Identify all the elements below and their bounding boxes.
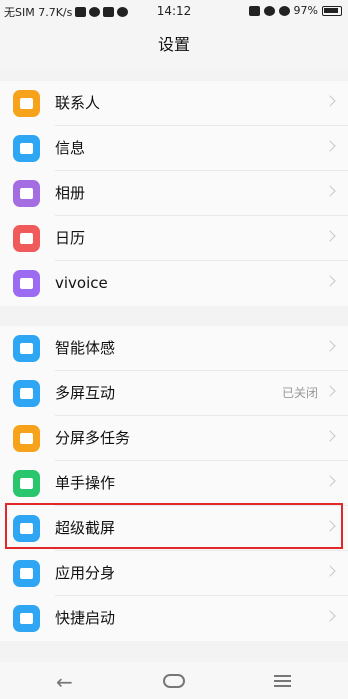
chevron-right-icon [324, 520, 336, 532]
row-label: vivoice [55, 274, 108, 292]
settings-row-calendar[interactable]: 日历 [0, 216, 348, 261]
row-label: 联系人 [55, 94, 101, 112]
status-bar: 无SIM 7.7K/s 14:12 97% [0, 0, 348, 22]
bluetooth-icon [248, 5, 260, 16]
wifi-icon [278, 5, 290, 16]
chevron-right-icon [324, 475, 336, 487]
settings-row-app-clone[interactable]: 应用分身 [0, 551, 348, 596]
chevron-right-icon [324, 610, 336, 622]
chevron-right-icon [324, 385, 336, 397]
settings-row-smart-motion[interactable]: 智能体感 [0, 326, 348, 371]
chevron-right-icon [324, 140, 336, 152]
settings-row-multi-screen[interactable]: 多屏互动 已关闭 [0, 371, 348, 416]
smart-motion-icon [13, 335, 40, 362]
row-label: 信息 [55, 139, 86, 157]
message-icon [13, 135, 40, 162]
status-value: 已关闭 [281, 386, 318, 400]
home-icon[interactable] [163, 674, 185, 688]
settings-row-super-screenshot[interactable]: 超级截屏 [0, 506, 348, 551]
alarm-clock-icon [263, 5, 275, 16]
calendar-icon [13, 225, 40, 252]
settings-row-messages[interactable]: 信息 [0, 126, 348, 171]
contacts-icon [13, 90, 40, 117]
chevron-right-icon [324, 430, 336, 442]
page-title: 设置 [157, 35, 190, 54]
multi-screen-icon [13, 380, 40, 407]
one-hand-icon [13, 470, 40, 497]
chevron-right-icon [324, 185, 336, 197]
row-label: 分屏多任务 [55, 429, 131, 447]
settings-row-one-hand[interactable]: 单手操作 [0, 461, 348, 506]
row-label: 相册 [55, 184, 86, 202]
battery-percent: 97% [293, 4, 318, 17]
quick-launch-icon [13, 605, 40, 632]
app-clone-icon [13, 560, 40, 587]
menu-icon[interactable] [274, 675, 291, 687]
chevron-right-icon [324, 340, 336, 352]
row-label: 日历 [55, 229, 86, 247]
navigation-bar: ← [0, 662, 348, 699]
row-label: 多屏互动 [55, 384, 116, 402]
page-header: 设置 [0, 22, 348, 68]
row-label: 超级截屏 [55, 519, 116, 537]
row-label: 快捷启动 [55, 609, 116, 627]
chevron-right-icon [324, 95, 336, 107]
settings-row-album[interactable]: 相册 [0, 171, 348, 216]
chevron-right-icon [324, 565, 336, 577]
row-label: 应用分身 [55, 564, 116, 582]
chevron-right-icon [324, 275, 336, 287]
status-right: 97% [248, 4, 342, 17]
microphone-icon [13, 270, 40, 297]
settings-row-quick-launch[interactable]: 快捷启动 [0, 596, 348, 641]
back-icon[interactable]: ← [56, 670, 73, 694]
row-label: 单手操作 [55, 474, 116, 492]
row-label: 智能体感 [55, 339, 116, 357]
split-screen-icon [13, 425, 40, 452]
settings-row-contacts[interactable]: 联系人 [0, 81, 348, 126]
settings-group-features: 智能体感 多屏互动 已关闭 分屏多任务 单手操作 超级截屏 应用分身 快捷启动 [0, 326, 348, 641]
settings-group-apps: 联系人 信息 相册 日历 vivoice [0, 81, 348, 306]
album-icon [13, 180, 40, 207]
screenshot-icon [13, 515, 40, 542]
chevron-right-icon [324, 230, 336, 242]
battery-icon [322, 5, 342, 16]
settings-row-vivoice[interactable]: vivoice [0, 261, 348, 306]
settings-row-split-screen[interactable]: 分屏多任务 [0, 416, 348, 461]
